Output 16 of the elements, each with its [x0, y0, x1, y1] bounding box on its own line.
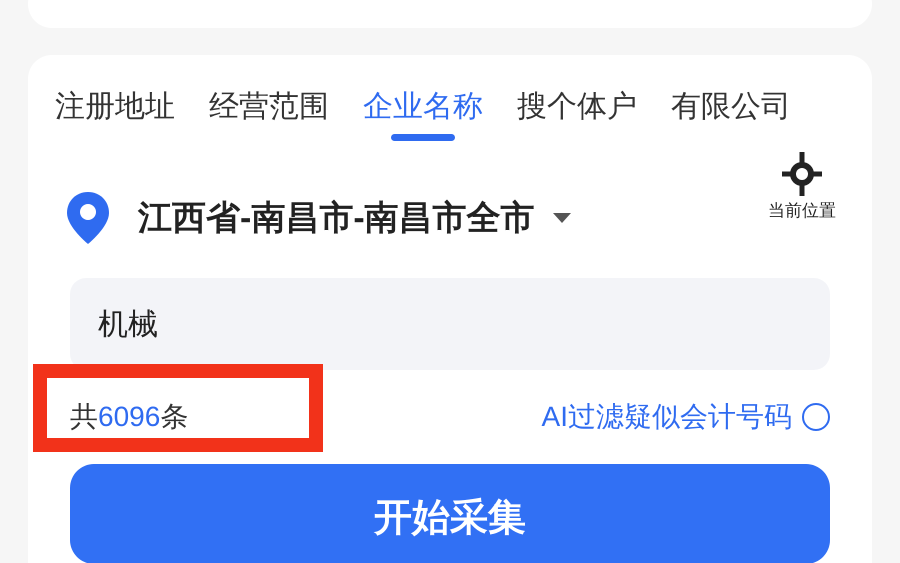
start-button[interactable]: 开始采集 — [70, 464, 830, 563]
current-position-button[interactable]: 当前位置 — [768, 152, 836, 224]
tab-underline — [391, 134, 455, 141]
result-count: 共6096条 — [70, 400, 188, 434]
tab[interactable]: 注册地址 — [55, 84, 175, 128]
crosshair-icon — [782, 152, 822, 196]
location-dropdown[interactable]: 江西省-南昌市-南昌市全市 — [138, 192, 571, 244]
location-pin-icon — [64, 190, 112, 246]
tab[interactable]: 企业名称 — [363, 84, 483, 128]
tab[interactable]: 经营范围 — [209, 84, 329, 128]
ai-filter-radio[interactable] — [802, 403, 830, 431]
tab[interactable]: 有限公司 — [671, 84, 791, 128]
keyword-field[interactable]: 机械 — [70, 278, 830, 370]
caret-icon — [552, 213, 571, 223]
ai-filter-label: AI过滤疑似会计号码 — [542, 400, 792, 434]
tab[interactable]: 搜个体户 — [517, 84, 637, 128]
